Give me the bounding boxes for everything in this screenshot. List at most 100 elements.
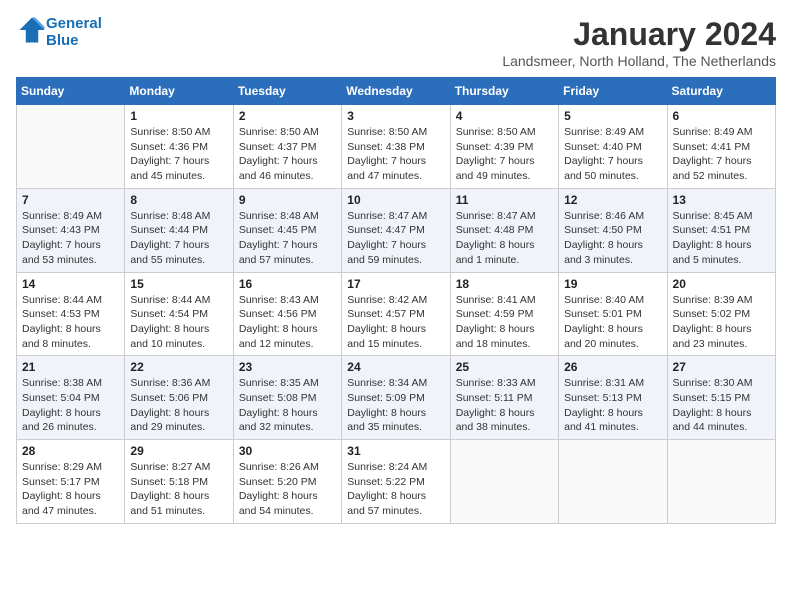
day-number: 31 xyxy=(347,444,444,458)
calendar-cell: 25 Sunrise: 8:33 AMSunset: 5:11 PMDayligh… xyxy=(450,356,558,440)
calendar-cell: 18Sunrise: 8:41 AMSunset: 4:59 PMDayligh… xyxy=(450,272,558,356)
day-info: Sunrise: 8:44 AMSunset: 4:53 PMDaylight:… xyxy=(22,293,119,352)
day-info: Sunrise: 8:44 AMSunset: 4:54 PMDaylight:… xyxy=(130,293,227,352)
week-row-2: 7 Sunrise: 8:49 AMSunset: 4:43 PMDaylight… xyxy=(17,188,776,272)
day-number: 25 xyxy=(456,360,553,374)
day-number: 30 xyxy=(239,444,336,458)
calendar-cell: 30 Sunrise: 8:26 AMSunset: 5:20 PMDayligh… xyxy=(233,440,341,524)
calendar-cell xyxy=(667,440,775,524)
day-info: Sunrise: 8:48 AMSunset: 4:45 PMDaylight:… xyxy=(239,209,336,268)
day-info: Sunrise: 8:34 AMSunset: 5:09 PMDaylight:… xyxy=(347,376,444,435)
calendar-cell: 27Sunrise: 8:30 AMSunset: 5:15 PMDayligh… xyxy=(667,356,775,440)
day-number: 27 xyxy=(673,360,770,374)
calendar-cell: 3 Sunrise: 8:50 AMSunset: 4:38 PMDaylight… xyxy=(342,105,450,189)
day-number: 24 xyxy=(347,360,444,374)
day-info: Sunrise: 8:46 AMSunset: 4:50 PMDaylight:… xyxy=(564,209,661,268)
calendar-cell: 8 Sunrise: 8:48 AMSunset: 4:44 PMDaylight… xyxy=(125,188,233,272)
logo: General Blue xyxy=(16,16,102,49)
day-number: 26 xyxy=(564,360,661,374)
calendar-cell xyxy=(17,105,125,189)
day-number: 4 xyxy=(456,109,553,123)
day-info: Sunrise: 8:49 AMSunset: 4:41 PMDaylight:… xyxy=(673,125,770,184)
day-info: Sunrise: 8:35 AMSunset: 5:08 PMDaylight:… xyxy=(239,376,336,435)
day-info: Sunrise: 8:50 AMSunset: 4:36 PMDaylight:… xyxy=(130,125,227,184)
calendar-cell: 10Sunrise: 8:47 AMSunset: 4:47 PMDayligh… xyxy=(342,188,450,272)
day-number: 22 xyxy=(130,360,227,374)
calendar-cell: 20 Sunrise: 8:39 AMSunset: 5:02 PMDayligh… xyxy=(667,272,775,356)
day-number: 6 xyxy=(673,109,770,123)
logo-line2: Blue xyxy=(46,33,102,50)
month-title: January 2024 xyxy=(502,16,776,53)
calendar-cell: 17Sunrise: 8:42 AMSunset: 4:57 PMDayligh… xyxy=(342,272,450,356)
day-info: Sunrise: 8:33 AMSunset: 5:11 PMDaylight:… xyxy=(456,376,553,435)
week-row-1: 1 Sunrise: 8:50 AMSunset: 4:36 PMDaylight… xyxy=(17,105,776,189)
calendar-cell: 4 Sunrise: 8:50 AMSunset: 4:39 PMDaylight… xyxy=(450,105,558,189)
weekday-header-wednesday: Wednesday xyxy=(342,78,450,105)
calendar-cell: 14 Sunrise: 8:44 AMSunset: 4:53 PMDayligh… xyxy=(17,272,125,356)
calendar-cell: 28 Sunrise: 8:29 AMSunset: 5:17 PMDayligh… xyxy=(17,440,125,524)
day-number: 13 xyxy=(673,193,770,207)
week-row-5: 28 Sunrise: 8:29 AMSunset: 5:17 PMDayligh… xyxy=(17,440,776,524)
calendar-cell: 19 Sunrise: 8:40 AMSunset: 5:01 PMDayligh… xyxy=(559,272,667,356)
day-number: 14 xyxy=(22,277,119,291)
day-info: Sunrise: 8:40 AMSunset: 5:01 PMDaylight:… xyxy=(564,293,661,352)
calendar-cell: 11 Sunrise: 8:47 AMSunset: 4:48 PMDayligh… xyxy=(450,188,558,272)
day-info: Sunrise: 8:24 AMSunset: 5:22 PMDaylight:… xyxy=(347,460,444,519)
day-info: Sunrise: 8:31 AMSunset: 5:13 PMDaylight:… xyxy=(564,376,661,435)
day-number: 28 xyxy=(22,444,119,458)
calendar-cell: 5 Sunrise: 8:49 AMSunset: 4:40 PMDaylight… xyxy=(559,105,667,189)
location: Landsmeer, North Holland, The Netherland… xyxy=(502,53,776,69)
day-number: 23 xyxy=(239,360,336,374)
day-number: 12 xyxy=(564,193,661,207)
day-number: 8 xyxy=(130,193,227,207)
day-info: Sunrise: 8:43 AMSunset: 4:56 PMDaylight:… xyxy=(239,293,336,352)
day-number: 1 xyxy=(130,109,227,123)
day-number: 21 xyxy=(22,360,119,374)
calendar-cell: 12 Sunrise: 8:46 AMSunset: 4:50 PMDayligh… xyxy=(559,188,667,272)
day-number: 3 xyxy=(347,109,444,123)
calendar-cell: 16 Sunrise: 8:43 AMSunset: 4:56 PMDayligh… xyxy=(233,272,341,356)
day-number: 11 xyxy=(456,193,553,207)
calendar-cell: 23 Sunrise: 8:35 AMSunset: 5:08 PMDayligh… xyxy=(233,356,341,440)
day-number: 29 xyxy=(130,444,227,458)
day-info: Sunrise: 8:50 AMSunset: 4:38 PMDaylight:… xyxy=(347,125,444,184)
day-info: Sunrise: 8:26 AMSunset: 5:20 PMDaylight:… xyxy=(239,460,336,519)
weekday-header-thursday: Thursday xyxy=(450,78,558,105)
page-header: General Blue January 2024 Landsmeer, Nor… xyxy=(16,16,776,69)
calendar-cell: 13Sunrise: 8:45 AMSunset: 4:51 PMDayligh… xyxy=(667,188,775,272)
day-info: Sunrise: 8:49 AMSunset: 4:40 PMDaylight:… xyxy=(564,125,661,184)
calendar-cell: 1 Sunrise: 8:50 AMSunset: 4:36 PMDaylight… xyxy=(125,105,233,189)
day-info: Sunrise: 8:49 AMSunset: 4:43 PMDaylight:… xyxy=(22,209,119,268)
calendar-cell: 29Sunrise: 8:27 AMSunset: 5:18 PMDayligh… xyxy=(125,440,233,524)
calendar-cell xyxy=(559,440,667,524)
weekday-header-row: SundayMondayTuesdayWednesdayThursdayFrid… xyxy=(17,78,776,105)
day-number: 7 xyxy=(22,193,119,207)
day-info: Sunrise: 8:38 AMSunset: 5:04 PMDaylight:… xyxy=(22,376,119,435)
day-number: 5 xyxy=(564,109,661,123)
week-row-3: 14 Sunrise: 8:44 AMSunset: 4:53 PMDayligh… xyxy=(17,272,776,356)
day-info: Sunrise: 8:50 AMSunset: 4:39 PMDaylight:… xyxy=(456,125,553,184)
calendar-cell: 9Sunrise: 8:48 AMSunset: 4:45 PMDaylight… xyxy=(233,188,341,272)
day-number: 20 xyxy=(673,277,770,291)
day-number: 2 xyxy=(239,109,336,123)
calendar-cell: 31 Sunrise: 8:24 AMSunset: 5:22 PMDayligh… xyxy=(342,440,450,524)
day-number: 19 xyxy=(564,277,661,291)
day-info: Sunrise: 8:47 AMSunset: 4:48 PMDaylight:… xyxy=(456,209,553,268)
day-info: Sunrise: 8:36 AMSunset: 5:06 PMDaylight:… xyxy=(130,376,227,435)
calendar-cell: 22 Sunrise: 8:36 AMSunset: 5:06 PMDayligh… xyxy=(125,356,233,440)
day-info: Sunrise: 8:50 AMSunset: 4:37 PMDaylight:… xyxy=(239,125,336,184)
day-info: Sunrise: 8:48 AMSunset: 4:44 PMDaylight:… xyxy=(130,209,227,268)
weekday-header-tuesday: Tuesday xyxy=(233,78,341,105)
day-number: 15 xyxy=(130,277,227,291)
weekday-header-friday: Friday xyxy=(559,78,667,105)
day-info: Sunrise: 8:29 AMSunset: 5:17 PMDaylight:… xyxy=(22,460,119,519)
day-number: 16 xyxy=(239,277,336,291)
calendar-cell: 21 Sunrise: 8:38 AMSunset: 5:04 PMDayligh… xyxy=(17,356,125,440)
day-number: 10 xyxy=(347,193,444,207)
day-info: Sunrise: 8:39 AMSunset: 5:02 PMDaylight:… xyxy=(673,293,770,352)
day-info: Sunrise: 8:42 AMSunset: 4:57 PMDaylight:… xyxy=(347,293,444,352)
calendar-cell: 2 Sunrise: 8:50 AMSunset: 4:37 PMDaylight… xyxy=(233,105,341,189)
calendar-table: SundayMondayTuesdayWednesdayThursdayFrid… xyxy=(16,77,776,524)
week-row-4: 21 Sunrise: 8:38 AMSunset: 5:04 PMDayligh… xyxy=(17,356,776,440)
calendar-cell: 6 Sunrise: 8:49 AMSunset: 4:41 PMDaylight… xyxy=(667,105,775,189)
